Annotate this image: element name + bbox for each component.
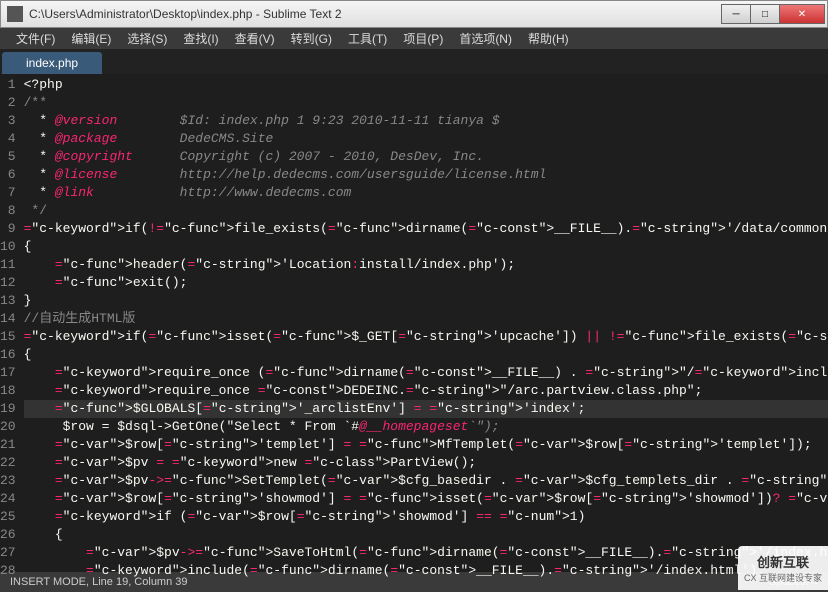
minimize-button[interactable] xyxy=(721,4,751,24)
menu-tools[interactable]: 工具(T) xyxy=(340,30,395,47)
menu-prefs[interactable]: 首选项(N) xyxy=(451,30,520,47)
editor: 1234567891011121314151617181920212223242… xyxy=(0,74,828,572)
close-button[interactable] xyxy=(779,4,825,24)
maximize-button[interactable] xyxy=(750,4,780,24)
menu-edit[interactable]: 编辑(E) xyxy=(63,30,119,47)
menu-project[interactable]: 项目(P) xyxy=(395,30,451,47)
menu-help[interactable]: 帮助(H) xyxy=(520,30,577,47)
window-controls xyxy=(722,4,825,24)
menu-bar: 文件(F) 编辑(E) 选择(S) 查找(I) 查看(V) 转到(G) 工具(T… xyxy=(0,28,828,50)
tab-index-php[interactable]: index.php xyxy=(2,52,102,74)
window-title: C:\Users\Administrator\Desktop\index.php… xyxy=(29,7,722,21)
menu-find[interactable]: 查找(I) xyxy=(175,30,226,47)
tab-bar: index.php xyxy=(0,50,828,74)
app-icon xyxy=(7,6,23,22)
menu-file[interactable]: 文件(F) xyxy=(8,30,63,47)
code-area[interactable]: <?php/** * @version $Id: index.php 1 9:2… xyxy=(24,74,828,572)
window-titlebar: C:\Users\Administrator\Desktop\index.php… xyxy=(0,0,828,28)
line-number-gutter: 1234567891011121314151617181920212223242… xyxy=(0,74,24,572)
watermark-tag: CX 互联网建设专家 xyxy=(744,571,822,584)
menu-goto[interactable]: 转到(G) xyxy=(283,30,340,47)
menu-view[interactable]: 查看(V) xyxy=(227,30,283,47)
menu-select[interactable]: 选择(S) xyxy=(119,30,175,47)
watermark-brand: 创新互联 xyxy=(757,552,809,571)
watermark: 创新互联 CX 互联网建设专家 xyxy=(738,546,828,590)
